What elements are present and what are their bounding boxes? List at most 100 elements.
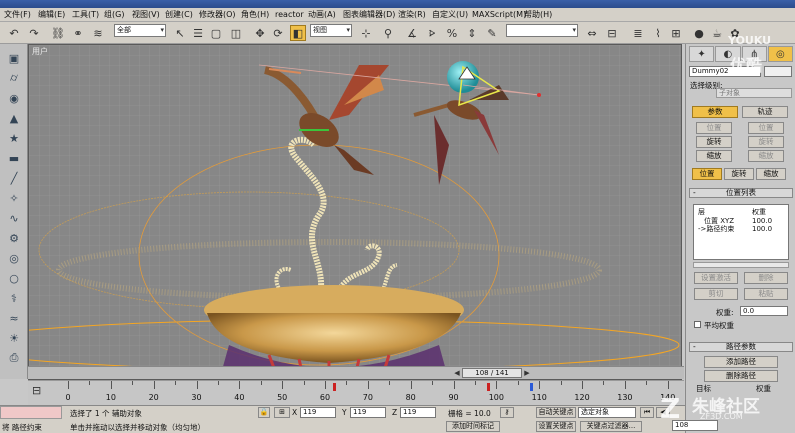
add-path-button[interactable]: 添加路径	[704, 356, 778, 368]
scale-key-button[interactable]: 缩放	[696, 150, 732, 162]
position-key-button[interactable]: 位置	[696, 122, 732, 134]
track-bar[interactable]: ⊟ 0 10 20 30 40 50 60 70 80 90 100 110 120 130 140	[28, 380, 684, 405]
key-filters-button[interactable]: 关键点过滤器...	[580, 421, 642, 432]
menu-create[interactable]: 创建(C)	[165, 9, 193, 21]
cut-button[interactable]: 剪切	[694, 288, 738, 300]
auto-key-button[interactable]: 自动关键点	[536, 407, 576, 418]
set-key-button[interactable]: 设置关键点	[536, 421, 576, 432]
position-list-rollout[interactable]: 位置列表	[689, 188, 793, 198]
bind-space-warp-icon[interactable]: ≋	[90, 25, 106, 41]
create-bone-icon[interactable]: ⚕	[5, 290, 23, 306]
paste-button[interactable]: 粘贴	[744, 288, 788, 300]
mirror-icon[interactable]: ⇔	[584, 25, 600, 41]
path-params-rollout[interactable]: 路径参数	[689, 342, 793, 352]
position-list[interactable]: 层 权重 位置 XYZ 100.0 ->路径约束 100.0	[693, 204, 789, 260]
time-slider-thumb[interactable]: 108 / 141	[462, 368, 522, 378]
menu-group[interactable]: 组(G)	[104, 9, 124, 21]
key-icon[interactable]: ⚷	[500, 407, 514, 418]
render-scene-icon[interactable]: ☕	[709, 25, 725, 41]
menu-character[interactable]: 角色(H)	[241, 9, 269, 21]
select-and-manipulate-icon[interactable]: ⚲	[380, 25, 396, 41]
menu-view[interactable]: 视图(V)	[132, 9, 160, 21]
animation-key[interactable]	[486, 383, 490, 391]
material-editor-icon[interactable]: ●	[691, 25, 707, 41]
create-tab-icon[interactable]: ✦	[689, 46, 715, 62]
create-shape-icon[interactable]: ✧	[5, 190, 23, 206]
menu-maxscript[interactable]: MAXScript(M)	[472, 9, 526, 21]
create-line-icon[interactable]: ╱	[5, 170, 23, 186]
rectangular-selection-icon[interactable]: ▢	[208, 25, 224, 41]
delete-button[interactable]: 删除	[744, 272, 788, 284]
next-frame-icon[interactable]: ▶	[522, 368, 532, 378]
pivot-point-icon[interactable]: ⊹	[358, 25, 374, 41]
position-key-button-2[interactable]: 位置	[748, 122, 784, 134]
absolute-mode-icon[interactable]: ⊞	[274, 407, 290, 418]
select-by-name-icon[interactable]: ☰	[190, 25, 206, 41]
maxscript-listener[interactable]	[0, 406, 62, 419]
object-color-swatch[interactable]	[764, 66, 792, 77]
rotation-key-button[interactable]: 旋转	[696, 136, 732, 148]
spinner-snap-icon[interactable]: ⇕	[464, 25, 480, 41]
select-object-icon[interactable]: ↖	[172, 25, 188, 41]
create-cone-icon[interactable]: ▲	[5, 110, 23, 126]
menu-reactor[interactable]: reactor	[275, 9, 304, 21]
select-and-scale-icon[interactable]: ◧	[290, 25, 306, 41]
list-row[interactable]: 位置 XYZ 100.0	[694, 217, 790, 225]
create-star-icon[interactable]: ★	[5, 130, 23, 146]
perspective-viewport[interactable]: 用户	[28, 44, 682, 380]
select-and-link-icon[interactable]: ⛓	[50, 25, 66, 41]
reference-coord-select[interactable]: 视图	[310, 24, 352, 37]
named-selection-icon[interactable]: ✎	[484, 25, 500, 41]
x-coordinate-field[interactable]: 119	[300, 407, 336, 418]
set-active-button[interactable]: 设置激活	[694, 272, 738, 284]
layer-manager-icon[interactable]: ≣	[630, 25, 646, 41]
trajectories-button[interactable]: 轨迹	[742, 106, 788, 118]
menu-help[interactable]: 帮助(H)	[524, 9, 552, 21]
scale-key-button-2[interactable]: 缩放	[748, 150, 784, 162]
curve-editor-icon[interactable]: ⌇	[650, 25, 666, 41]
list-scrollbar[interactable]	[693, 262, 789, 268]
snaps-toggle-icon[interactable]: ∡	[404, 25, 420, 41]
z-coordinate-field[interactable]: 119	[400, 407, 436, 418]
schematic-view-icon[interactable]: ⊞	[668, 25, 684, 41]
select-and-rotate-icon[interactable]: ⟳	[270, 25, 286, 41]
list-row[interactable]: ->路径约束 100.0	[694, 225, 790, 233]
angle-snap-icon[interactable]: ⦠	[424, 25, 440, 41]
menu-tools[interactable]: 工具(T)	[72, 9, 99, 21]
create-sphere-icon[interactable]: ◉	[5, 90, 23, 106]
mini-curve-editor-icon[interactable]: ⊟	[32, 384, 41, 397]
average-weights-checkbox[interactable]	[694, 321, 701, 328]
create-gear-icon[interactable]: ⚙	[5, 230, 23, 246]
menu-animation[interactable]: 动画(A)	[308, 9, 336, 21]
named-selection-sets-select[interactable]	[506, 24, 578, 37]
selection-filter-select[interactable]: 全部	[114, 24, 166, 37]
add-time-tag-button[interactable]: 添加时间标记	[446, 421, 500, 432]
align-icon[interactable]: ⊟	[604, 25, 620, 41]
unlink-icon[interactable]: ⚭	[70, 25, 86, 41]
motion-tab-icon[interactable]: ◎	[767, 46, 793, 62]
undo-icon[interactable]: ↶	[6, 25, 22, 41]
create-box-icon[interactable]: ▣	[5, 50, 23, 66]
go-to-start-icon[interactable]: ⏮	[640, 407, 654, 418]
subobject-dropdown[interactable]: 子对象	[716, 88, 792, 98]
create-wave-icon[interactable]: ≈	[5, 310, 23, 326]
position-subtab[interactable]: 位置	[692, 168, 722, 180]
window-crossing-icon[interactable]: ◫	[228, 25, 244, 41]
create-tube-icon[interactable]: ◎	[5, 250, 23, 266]
create-helix-icon[interactable]: ∿	[5, 210, 23, 226]
create-cylinder-icon[interactable]: ⌭	[5, 70, 23, 86]
menu-rendering[interactable]: 渲染(R)	[398, 9, 426, 21]
redo-icon[interactable]: ↷	[26, 25, 42, 41]
delete-path-button[interactable]: 删除路径	[704, 370, 778, 382]
prev-frame-icon[interactable]: ◀	[452, 368, 462, 378]
menu-graph-editors[interactable]: 图表编辑器(D)	[343, 9, 395, 21]
rotation-key-button-2[interactable]: 旋转	[748, 136, 784, 148]
lock-selection-icon[interactable]: 🔒	[258, 407, 270, 418]
select-and-move-icon[interactable]: ✥	[252, 25, 268, 41]
create-camera-icon[interactable]: ⎙	[5, 350, 23, 366]
rotation-subtab[interactable]: 旋转	[724, 168, 754, 180]
create-torus-icon[interactable]: ○	[5, 270, 23, 286]
percent-snap-icon[interactable]: %	[444, 25, 460, 41]
create-light-icon[interactable]: ☀	[5, 330, 23, 346]
selected-object-select[interactable]: 选定对象	[578, 407, 636, 418]
